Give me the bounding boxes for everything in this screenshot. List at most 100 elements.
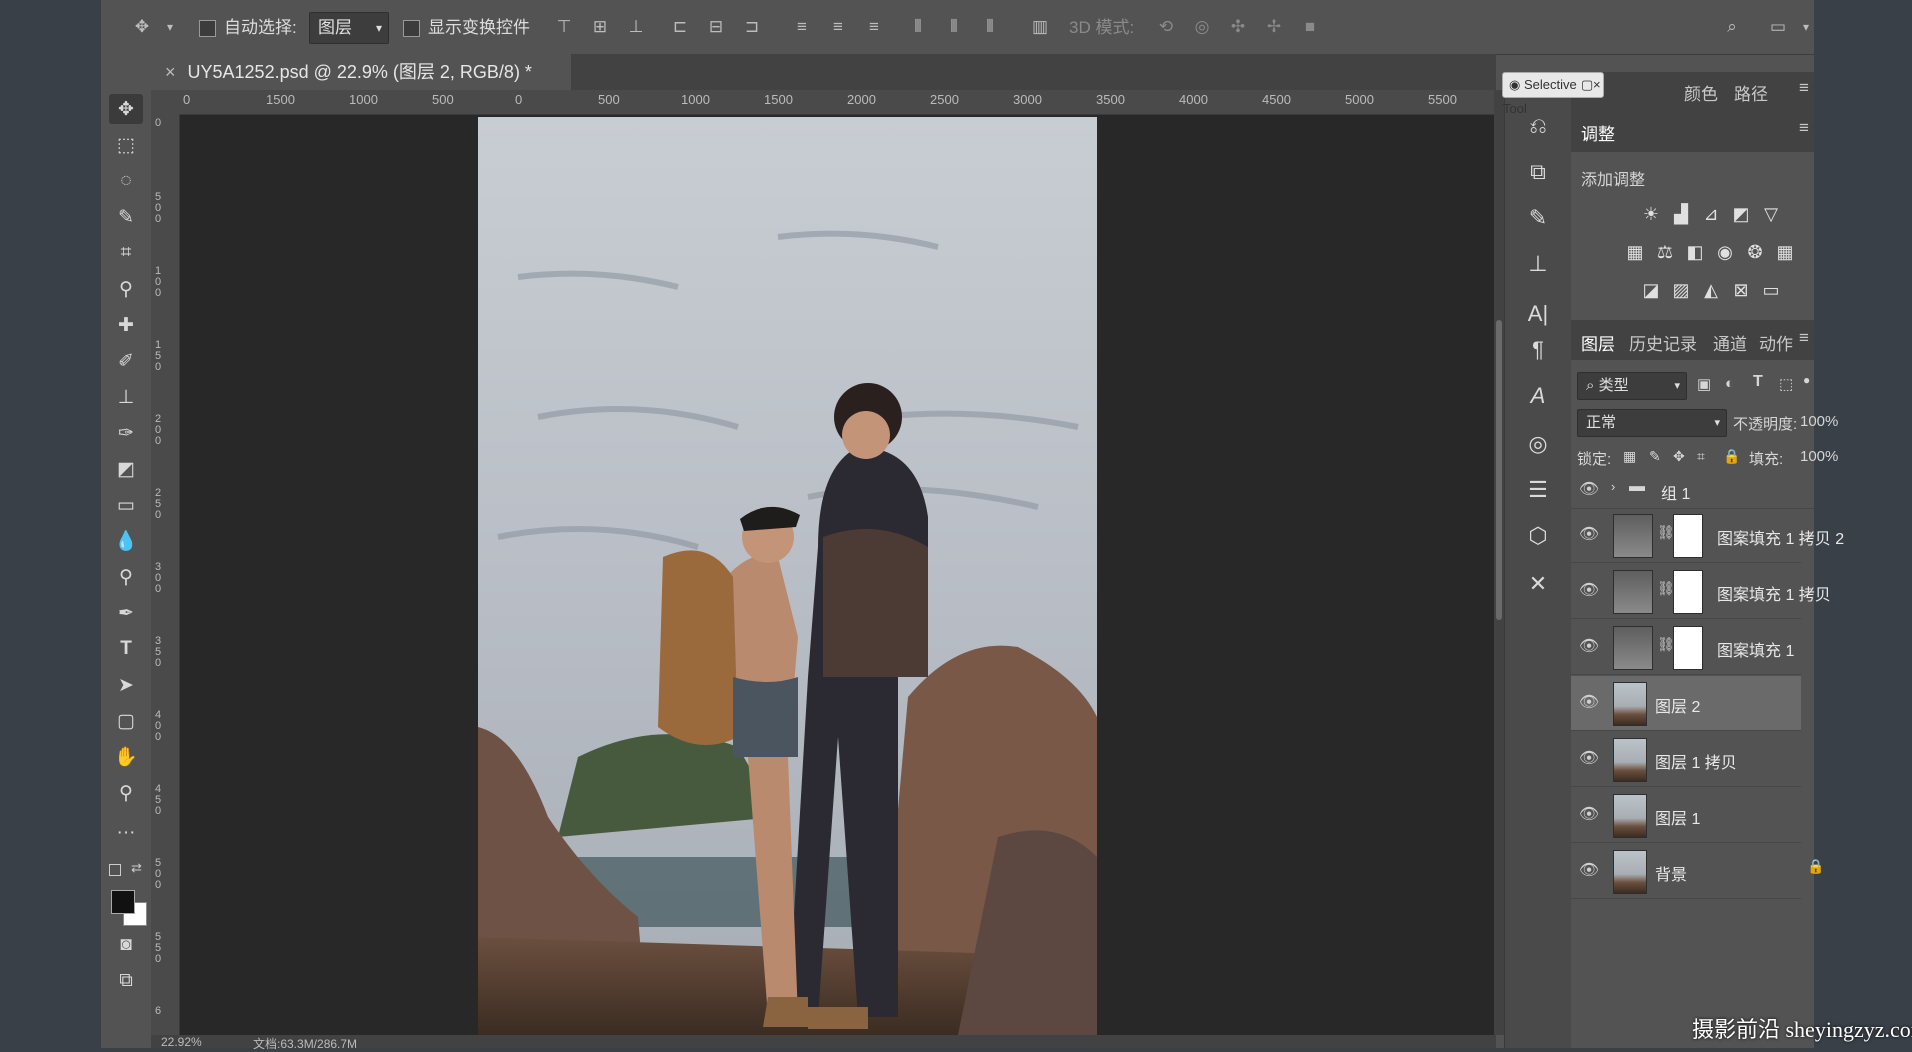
align-right-icon[interactable]: ⊐ xyxy=(741,16,763,38)
move-tool-icon[interactable]: ✥ xyxy=(109,94,143,124)
tab-actions[interactable]: 动作 xyxy=(1759,330,1793,355)
slide-3d-icon[interactable]: ✢ xyxy=(1263,16,1285,38)
align-bottom-icon[interactable]: ⊥ xyxy=(625,16,647,38)
lock-position-icon[interactable]: ✥ xyxy=(1673,448,1685,465)
visibility-eye-icon[interactable]: 👁 xyxy=(1579,580,1599,600)
chevron-down-icon[interactable]: ▾ xyxy=(159,16,181,38)
gradient-tool-icon[interactable]: ▭ xyxy=(109,490,143,520)
visibility-eye-icon[interactable]: 👁 xyxy=(1579,748,1599,768)
quick-mask-icon[interactable]: ◙ xyxy=(109,930,143,960)
eyedropper-tool-icon[interactable]: ⚲ xyxy=(109,274,143,304)
marquee-tool-icon[interactable]: ⬚ xyxy=(109,130,143,160)
selective-tool-window[interactable]: ◉ Selective Tool ▢ × xyxy=(1502,72,1604,116)
canvas-area[interactable] xyxy=(180,115,1495,1035)
3d-icon[interactable]: ⬡ xyxy=(1522,520,1554,552)
color-balance-icon[interactable]: ⚖ xyxy=(1653,240,1677,264)
lock-pixels-icon[interactable]: ✎ xyxy=(1649,448,1661,465)
layer-row[interactable]: 👁 ⛓ 图案填充 1 拷贝 2 xyxy=(1571,508,1844,563)
exposure-icon[interactable]: ◩ xyxy=(1729,202,1753,226)
blend-mode-dropdown[interactable]: 正常 ▾ xyxy=(1577,409,1727,437)
hand-tool-icon[interactable]: ✋ xyxy=(109,742,143,772)
distribute-vcenter-icon[interactable]: ≡ xyxy=(827,16,849,38)
layer-mask-thumbnail[interactable] xyxy=(1673,570,1703,614)
visibility-eye-icon[interactable]: 👁 xyxy=(1579,636,1599,656)
layer-row[interactable]: 👁 ⛓ 图案填充 1 xyxy=(1571,620,1801,675)
layer-filter-dropdown[interactable]: ⌕ 类型 ▾ xyxy=(1577,372,1687,400)
distribute-right-icon[interactable]: ⦀ xyxy=(979,16,1001,38)
zoom-readout[interactable]: 22.92% xyxy=(161,1035,202,1049)
filter-pixel-icon[interactable]: ▣ xyxy=(1697,375,1711,393)
filter-shape-icon[interactable]: ⬚ xyxy=(1779,375,1793,393)
brightness-icon[interactable]: ☀ xyxy=(1639,202,1663,226)
clone-source-icon[interactable]: ⧉ xyxy=(1522,156,1554,188)
tab-channels[interactable]: 通道 xyxy=(1713,330,1747,355)
levels-icon[interactable]: ▟ xyxy=(1669,202,1693,226)
align-top-icon[interactable]: ⊤ xyxy=(553,16,575,38)
glyphs-icon[interactable]: A xyxy=(1522,380,1554,412)
foreground-color-swatch[interactable] xyxy=(111,890,135,914)
layer-row[interactable]: 👁 图层 1 拷贝 xyxy=(1571,732,1801,787)
distribute-top-icon[interactable]: ≡ xyxy=(791,16,813,38)
more-tools-icon[interactable]: ··· xyxy=(109,818,143,848)
document-image[interactable] xyxy=(478,117,1097,1035)
move-tool-icon[interactable]: ✥ xyxy=(131,16,153,38)
auto-align-icon[interactable]: ▥ xyxy=(1029,16,1051,38)
scrollbar-thumb[interactable] xyxy=(1496,320,1502,620)
auto-select-dropdown[interactable]: 图层 ▾ xyxy=(309,12,389,44)
shape-tool-icon[interactable]: ▢ xyxy=(109,706,143,736)
tab-adjustments[interactable]: 调整 xyxy=(1581,120,1615,145)
brush-tool-icon[interactable]: ✐ xyxy=(109,346,143,376)
tab-color[interactable]: 颜色 xyxy=(1684,80,1718,105)
path-select-tool-icon[interactable]: ➤ xyxy=(109,670,143,700)
window-close-icon[interactable]: × xyxy=(1593,73,1601,97)
quick-select-tool-icon[interactable]: ✎ xyxy=(109,202,143,232)
panel-menu-icon[interactable]: ≡ xyxy=(1799,78,1809,98)
roll-3d-icon[interactable]: ◎ xyxy=(1191,16,1213,38)
blur-tool-icon[interactable]: 💧 xyxy=(109,526,143,556)
type-tool-icon[interactable]: T xyxy=(109,634,143,664)
dodge-tool-icon[interactable]: ⚲ xyxy=(109,562,143,592)
layer-row[interactable]: 👁 背景 🔒 xyxy=(1571,844,1824,899)
vibrance-icon[interactable]: ▽ xyxy=(1759,202,1783,226)
crop-tool-icon[interactable]: ⌗ xyxy=(109,238,143,268)
pen-tool-icon[interactable]: ✒ xyxy=(109,598,143,628)
close-tab-icon[interactable]: × xyxy=(165,62,176,82)
scale-3d-icon[interactable]: ■ xyxy=(1299,16,1321,38)
tools-x-icon[interactable]: ✕ xyxy=(1522,568,1554,600)
lock-all-icon[interactable]: 🔒 xyxy=(1723,448,1740,465)
panel-menu-icon[interactable]: ≡ xyxy=(1799,328,1809,348)
color-lookup-icon[interactable]: ▦ xyxy=(1773,240,1797,264)
layer-mask-thumbnail[interactable] xyxy=(1673,514,1703,558)
fill-value[interactable]: 100% xyxy=(1800,448,1838,465)
pan-3d-icon[interactable]: ✣ xyxy=(1227,16,1249,38)
workspace-icon[interactable]: ▭ xyxy=(1767,16,1789,38)
screen-mode-icon[interactable]: ⧉ xyxy=(109,966,143,996)
orbit-3d-icon[interactable]: ⟲ xyxy=(1155,16,1177,38)
paragraph-icon[interactable]: ¶ xyxy=(1522,334,1554,366)
auto-select-checkbox[interactable]: 自动选择: xyxy=(199,14,297,42)
panel-menu-icon[interactable]: ≡ xyxy=(1799,118,1809,138)
vertical-scrollbar[interactable] xyxy=(1494,90,1504,1035)
layer-row[interactable]: 👁 ⛓ 图案填充 1 拷贝 xyxy=(1571,564,1831,619)
align-left-icon[interactable]: ⊏ xyxy=(669,16,691,38)
selective-color-icon[interactable]: ⊠ xyxy=(1729,278,1753,302)
layer-mask-thumbnail[interactable] xyxy=(1673,626,1703,670)
hue-saturation-icon[interactable]: ▦ xyxy=(1623,240,1647,264)
workspace-chevron-icon[interactable]: ▾ xyxy=(1795,16,1817,38)
stamp-tool-icon[interactable]: ⊥ xyxy=(109,382,143,412)
visibility-eye-icon[interactable]: 👁 xyxy=(1579,692,1599,712)
swap-colors-icon[interactable]: ⇄ xyxy=(131,860,142,876)
curves-icon[interactable]: ⊿ xyxy=(1699,202,1723,226)
tab-history[interactable]: 历史记录 xyxy=(1629,330,1697,355)
document-tab[interactable]: × UY5A1252.psd @ 22.9% (图层 2, RGB/8) * xyxy=(151,54,571,90)
distribute-hcenter-icon[interactable]: ⦀ xyxy=(943,16,965,38)
distribute-bottom-icon[interactable]: ≡ xyxy=(863,16,885,38)
window-restore-icon[interactable]: ▢ xyxy=(1581,73,1593,97)
document-size[interactable]: 文档:63.3M/286.7M xyxy=(253,1035,357,1052)
visibility-eye-icon[interactable]: 👁 xyxy=(1579,804,1599,824)
visibility-eye-icon[interactable]: 👁 xyxy=(1579,479,1599,499)
visibility-eye-icon[interactable]: 👁 xyxy=(1579,860,1599,880)
visibility-eye-icon[interactable]: 👁 xyxy=(1579,524,1599,544)
zoom-tool-icon[interactable]: ⚲ xyxy=(109,778,143,808)
filter-adjust-icon[interactable]: ◐ xyxy=(1725,375,1734,392)
